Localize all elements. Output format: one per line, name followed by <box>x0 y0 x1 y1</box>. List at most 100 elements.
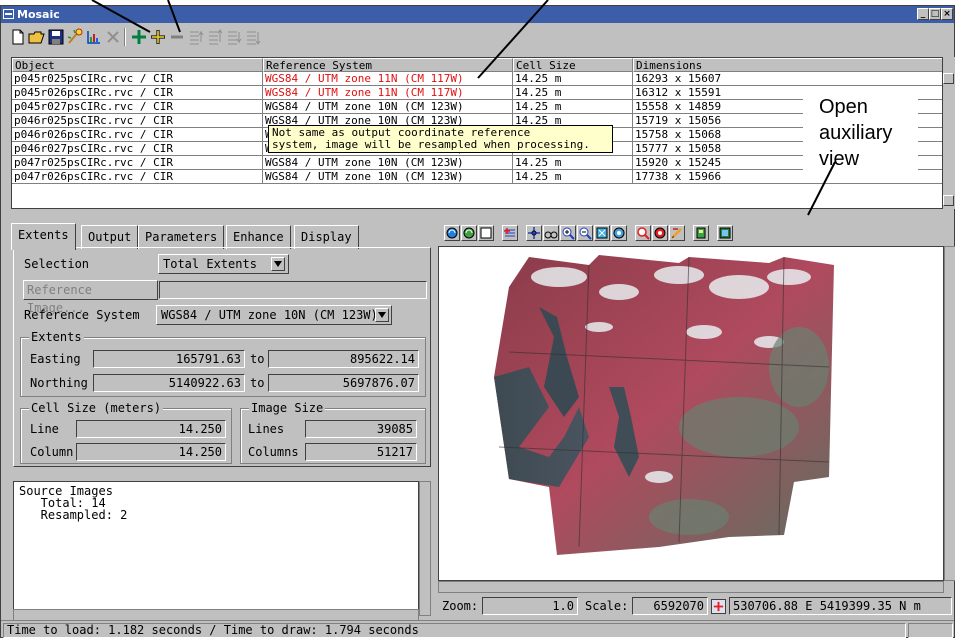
table-header: Object Reference System Cell Size Dimens… <box>12 58 942 72</box>
cell-object: p046r027psCIRc.rvc / CIR <box>12 142 263 156</box>
northing-from-field[interactable]: 5140922.63 <box>93 374 245 392</box>
cell-cell-size: 14.25 m <box>513 72 633 86</box>
delete-icon[interactable] <box>104 28 122 46</box>
zoom-out-icon[interactable] <box>577 225 593 241</box>
tab-extents[interactable]: Extents <box>11 223 76 250</box>
add-raster-green-icon[interactable] <box>130 28 148 46</box>
minimize-button[interactable]: _ <box>917 8 929 20</box>
scale-field[interactable]: 6592070 <box>632 597 708 615</box>
selection-dropdown[interactable]: Total Extents <box>158 254 289 274</box>
main-toolbar <box>3 25 951 49</box>
move-down-icon[interactable] <box>225 28 243 46</box>
add-layer-icon[interactable] <box>502 225 518 241</box>
cell-size-group: Cell Size (meters) Line 14.250 Column 14… <box>20 401 232 464</box>
cell-reference-system: WGS84 / UTM zone 10N (CM 123W) <box>263 170 513 184</box>
view-toolbar <box>438 224 955 248</box>
extents-tab-panel: Selection Total Extents Reference Image.… <box>13 247 431 467</box>
cell-object: p045r025psCIRc.rvc / CIR <box>12 72 263 86</box>
zoom-box-icon[interactable] <box>594 225 610 241</box>
new-file-icon[interactable] <box>9 28 27 46</box>
open-auxiliary-view-icon[interactable] <box>717 225 733 241</box>
zoom-to-selected-icon[interactable] <box>652 225 668 241</box>
zoom-label: Zoom: <box>442 599 479 613</box>
cell-cell-size: 14.25 m <box>513 86 633 100</box>
move-top-icon[interactable] <box>206 28 224 46</box>
scroll-up-icon[interactable] <box>943 73 954 84</box>
easting-label: Easting <box>30 352 81 366</box>
run-mosaic-icon[interactable] <box>66 28 84 46</box>
pan-icon[interactable] <box>526 225 542 241</box>
save-icon[interactable] <box>47 28 65 46</box>
callout-line-3: view <box>819 148 860 170</box>
image-size-group: Image Size Lines 39085 Columns 51217 <box>240 401 426 464</box>
line-label: Line <box>30 422 59 436</box>
view-horizontal-scrollbar[interactable] <box>438 581 944 593</box>
table-vertical-scrollbar[interactable] <box>943 57 955 209</box>
tab-output[interactable]: Output <box>81 225 139 249</box>
reference-image-field[interactable] <box>159 281 427 299</box>
cell-reference-system: WGS84 / UTM zone 10N (CM 123W) <box>263 156 513 170</box>
callout-line-1: Open <box>819 96 868 118</box>
chevron-down-icon <box>271 257 285 271</box>
cell-reference-system: WGS84 / UTM zone 10N (CM 123W) <box>263 100 513 114</box>
cell-object: p046r026psCIRc.rvc / CIR <box>12 128 263 142</box>
table-row[interactable]: p045r025psCIRc.rvc / CIR WGS84 / UTM zone… <box>12 72 942 86</box>
columns-label: Columns <box>248 445 299 459</box>
tab-display[interactable]: Display <box>294 225 359 249</box>
mosaic-image-preview <box>494 255 834 555</box>
zoom-full-icon[interactable] <box>611 225 627 241</box>
cell-size-line-field[interactable]: 14.250 <box>76 420 226 438</box>
reference-system-label: Reference System <box>24 308 140 322</box>
column-header-object[interactable]: Object <box>12 58 263 72</box>
selection-label: Selection <box>24 257 90 271</box>
add-raster-yellow-icon[interactable] <box>149 28 167 46</box>
maximize-button[interactable]: □ <box>929 8 941 20</box>
reference-system-dropdown[interactable]: WGS84 / UTM zone 10N (CM 123W) <box>156 305 392 325</box>
window-menu-icon[interactable] <box>3 9 14 19</box>
source-images-summary: Source Images Total: 14 Resampled: 2 <box>13 481 419 616</box>
binoculars-icon[interactable] <box>543 225 559 241</box>
cell-object: p047r025psCIRc.rvc / CIR <box>12 156 263 170</box>
scroll-down-icon[interactable] <box>943 195 954 206</box>
reference-image-button[interactable]: Reference Image... <box>23 280 158 315</box>
move-up-icon[interactable] <box>187 28 205 46</box>
status-extra <box>908 623 953 638</box>
redraw-icon[interactable] <box>444 225 460 241</box>
auto-redraw-icon[interactable] <box>461 225 477 241</box>
reference-system-value: WGS84 / UTM zone 10N (CM 123W) <box>161 308 378 322</box>
northing-label: Northing <box>30 376 88 390</box>
sketch-icon[interactable] <box>669 225 685 241</box>
gps-icon[interactable] <box>693 225 709 241</box>
close-button[interactable]: × <box>941 8 953 20</box>
tab-enhance[interactable]: Enhance <box>226 225 291 249</box>
zoom-to-layer-icon[interactable] <box>635 225 651 241</box>
zoom-field[interactable]: 1.0 <box>482 597 578 615</box>
mosaic-view-canvas[interactable] <box>438 246 944 581</box>
settings-tabs: Extents Output Parameters Enhance Displa… <box>11 223 431 250</box>
cell-size-column-field[interactable]: 14.250 <box>76 443 226 461</box>
crosshair-icon[interactable] <box>711 599 726 614</box>
move-bottom-icon[interactable] <box>244 28 262 46</box>
frame-icon[interactable] <box>478 225 494 241</box>
open-folder-icon[interactable] <box>28 28 46 46</box>
northing-to-field[interactable]: 5697876.07 <box>268 374 419 392</box>
remove-raster-icon[interactable] <box>168 28 186 46</box>
to-label: to <box>250 376 265 390</box>
column-header-dimensions[interactable]: Dimensions <box>633 58 942 72</box>
zoom-in-icon[interactable] <box>560 225 576 241</box>
cell-object: p046r025psCIRc.rvc / CIR <box>12 114 263 128</box>
source-vertical-scrollbar[interactable] <box>419 481 431 616</box>
easting-from-field[interactable]: 165791.63 <box>93 350 245 368</box>
cell-size-group-title: Cell Size (meters) <box>29 401 164 415</box>
cell-cell-size: 14.25 m <box>513 156 633 170</box>
view-vertical-scrollbar[interactable] <box>944 246 955 581</box>
scale-label: Scale: <box>585 599 629 613</box>
easting-to-field[interactable]: 895622.14 <box>268 350 419 368</box>
column-header-reference-system[interactable]: Reference System <box>263 58 513 72</box>
column-header-cell-size[interactable]: Cell Size <box>513 58 633 72</box>
extents-group: Extents Easting 165791.63 to 895622.14 N… <box>20 330 426 397</box>
tab-parameters[interactable]: Parameters <box>138 225 225 249</box>
cursor-coordinates-field: 530706.88 E 5419399.35 N m <box>729 597 952 615</box>
image-size-group-title: Image Size <box>249 401 326 415</box>
chart-icon[interactable] <box>85 28 103 46</box>
